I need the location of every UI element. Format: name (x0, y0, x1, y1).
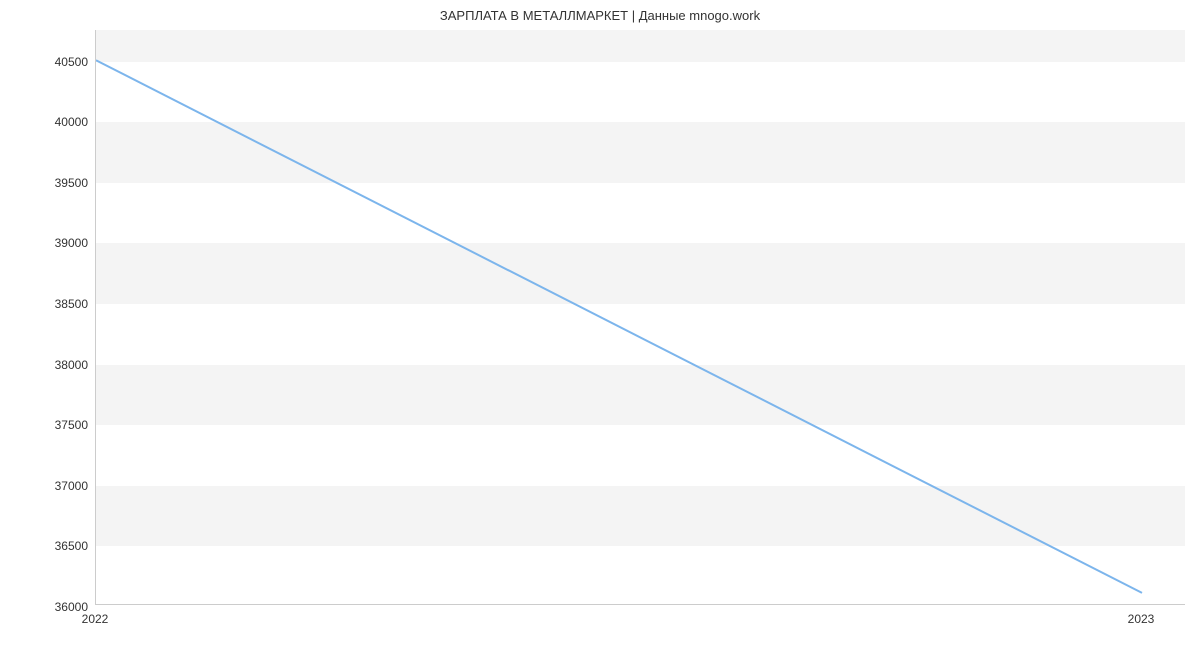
chart-title: ЗАРПЛАТА В МЕТАЛЛМАРКЕТ | Данные mnogo.w… (0, 8, 1200, 23)
x-tick-label: 2022 (82, 612, 109, 626)
x-tick-label: 2023 (1128, 612, 1155, 626)
y-tick-label: 38500 (55, 297, 88, 311)
y-tick-label: 37000 (55, 479, 88, 493)
y-tick-label: 37500 (55, 418, 88, 432)
plot-area (95, 30, 1185, 605)
y-tick-label: 39000 (55, 236, 88, 250)
y-tick-label: 39500 (55, 176, 88, 190)
y-tick-label: 40000 (55, 115, 88, 129)
y-tick-label: 40500 (55, 55, 88, 69)
y-tick-label: 36500 (55, 539, 88, 553)
y-tick-label: 38000 (55, 358, 88, 372)
chart-container: ЗАРПЛАТА В МЕТАЛЛМАРКЕТ | Данные mnogo.w… (0, 0, 1200, 650)
line-series (96, 30, 1186, 605)
